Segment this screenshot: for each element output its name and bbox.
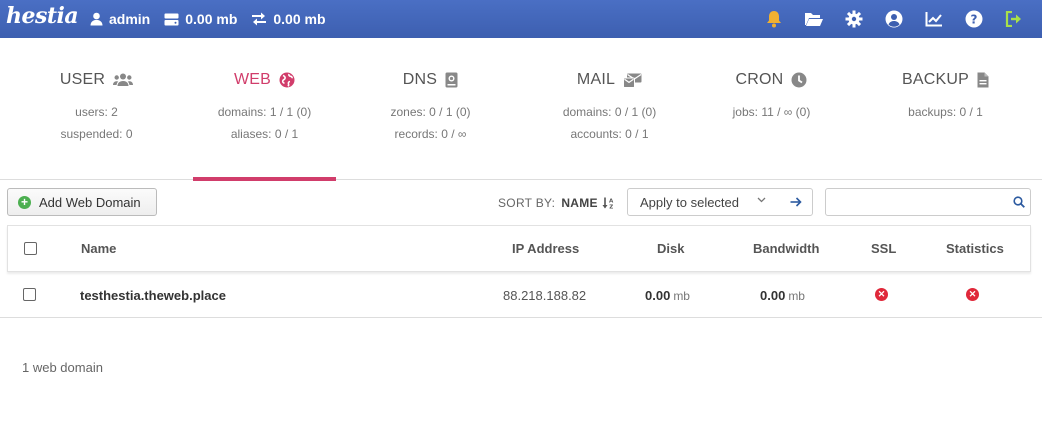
sort-control: SORT BY: NAME AZ <box>498 196 616 210</box>
book-icon <box>445 72 458 88</box>
tab-stat: domains: 1 / 1 (0) <box>217 105 312 119</box>
domain-name-link[interactable]: testhestia.theweb.place <box>80 288 226 303</box>
chart-line-icon[interactable] <box>924 9 944 29</box>
tab-dns[interactable]: DNS zones: 0 / 1 (0) records: 0 / ∞ <box>336 38 525 180</box>
tab-title: DNS <box>402 71 438 88</box>
account-stats: admin 0.00 mb 0.00 mb <box>90 0 340 38</box>
top-navbar: hestia admin 0.00 mb 0.00 mb ? <box>0 0 1042 38</box>
tab-stat: zones: 0 / 1 (0) <box>390 105 471 119</box>
tab-web[interactable]: WEB domains: 1 / 1 (0) aliases: 0 / 1 <box>193 38 336 181</box>
gear-icon[interactable] <box>844 9 864 29</box>
tab-user[interactable]: USER users: 2 suspended: 0 <box>0 38 193 180</box>
search-button[interactable] <box>1008 190 1030 214</box>
tab-stat: backups: 0 / 1 <box>908 105 983 119</box>
arrow-right-icon <box>790 197 802 207</box>
user-icon <box>90 12 103 26</box>
tab-title: BACKUP <box>902 71 969 88</box>
add-button-label: Add Web Domain <box>39 194 141 210</box>
users-icon <box>113 73 134 86</box>
column-disk: Disk <box>657 241 685 256</box>
disk-usage: 0.00 mb <box>185 11 238 27</box>
tab-stat: accounts: 0 / 1 <box>570 127 649 141</box>
column-ip: IP Address <box>512 241 580 256</box>
bell-icon[interactable] <box>764 9 784 29</box>
bandwidth-stat: 0.00 mb <box>251 11 326 27</box>
search-box <box>825 188 1031 216</box>
table-row: testhestia.theweb.place 88.218.188.82 0.… <box>0 272 1042 318</box>
disk-usage-cell: 0.00 mb <box>645 288 690 303</box>
help-icon[interactable]: ? <box>964 9 984 29</box>
plus-circle-icon: + <box>18 195 31 209</box>
tab-title: WEB <box>233 71 272 88</box>
tab-title: USER <box>59 71 106 88</box>
tab-backup[interactable]: BACKUP backups: 0 / 1 <box>849 38 1042 180</box>
disk-stat: 0.00 mb <box>164 11 237 27</box>
section-tabs: USER users: 2 suspended: 0 WEB domains: … <box>0 38 1042 181</box>
user-circle-icon[interactable] <box>884 9 904 29</box>
column-name[interactable]: Name <box>81 241 116 256</box>
file-icon <box>977 72 989 88</box>
hdd-icon <box>164 13 179 25</box>
tab-stat: suspended: 0 <box>60 127 133 141</box>
sort-alpha-icon: AZ <box>602 197 614 210</box>
sort-value: NAME <box>561 196 598 210</box>
sort-by-button[interactable]: NAME AZ <box>561 196 616 210</box>
select-all-checkbox[interactable] <box>24 242 37 255</box>
ip-address: 88.218.188.82 <box>503 288 587 303</box>
tab-stat: aliases: 0 / 1 <box>230 127 299 141</box>
search-icon <box>1013 196 1025 208</box>
username: admin <box>109 11 151 27</box>
bulk-action-value: Apply to selected <box>640 194 740 210</box>
domain-count: 1 web domain <box>22 360 103 375</box>
bandwidth-usage-cell: 0.00 mb <box>760 288 805 303</box>
tab-cron[interactable]: CRON jobs: 11 / ∞ (0) <box>694 38 849 180</box>
tab-stat: records: 0 / ∞ <box>394 127 467 141</box>
tab-title: MAIL <box>576 71 616 88</box>
chevron-down-icon <box>757 197 766 203</box>
exchange-icon <box>252 12 267 26</box>
hestia-logo[interactable]: hestia <box>6 3 79 29</box>
folder-open-icon[interactable] <box>804 9 824 29</box>
add-web-domain-button[interactable]: + Add Web Domain <box>7 188 157 216</box>
user-stat[interactable]: admin <box>90 11 150 27</box>
clock-icon <box>791 72 807 88</box>
statistics-disabled-icon: ✕ <box>966 288 979 301</box>
ssl-disabled-icon: ✕ <box>875 288 888 301</box>
apply-bulk-button[interactable] <box>780 189 812 215</box>
svg-text:A: A <box>609 198 614 204</box>
tab-stat: users: 2 <box>75 105 118 119</box>
tab-stat: domains: 0 / 1 (0) <box>562 105 657 119</box>
column-ssl: SSL <box>871 241 897 256</box>
sort-label: SORT BY: <box>498 196 556 210</box>
bandwidth-usage: 0.00 mb <box>273 11 326 27</box>
top-actions: ? <box>744 0 1024 38</box>
search-input[interactable] <box>832 190 1008 214</box>
svg-text:Z: Z <box>609 205 613 210</box>
logout-icon[interactable] <box>1004 9 1024 29</box>
column-statistics: Statistics <box>946 241 1004 256</box>
toolbar: + Add Web Domain SORT BY: NAME AZ Apply … <box>0 181 1042 225</box>
svg-text:?: ? <box>971 12 978 26</box>
bulk-action-select[interactable]: Apply to selected <box>628 189 780 215</box>
mail-icon <box>623 73 642 88</box>
row-checkbox[interactable] <box>23 288 36 301</box>
tab-mail[interactable]: MAIL domains: 0 / 1 (0) accounts: 0 / 1 <box>525 38 694 180</box>
tab-stat: jobs: 11 / ∞ (0) <box>732 105 811 119</box>
table-header: Name IP Address Disk Bandwidth SSL Stati… <box>7 225 1031 272</box>
bulk-action-form: Apply to selected <box>627 188 813 216</box>
tab-title: CRON <box>735 71 784 88</box>
column-bandwidth: Bandwidth <box>753 241 820 256</box>
globe-icon <box>279 72 295 88</box>
